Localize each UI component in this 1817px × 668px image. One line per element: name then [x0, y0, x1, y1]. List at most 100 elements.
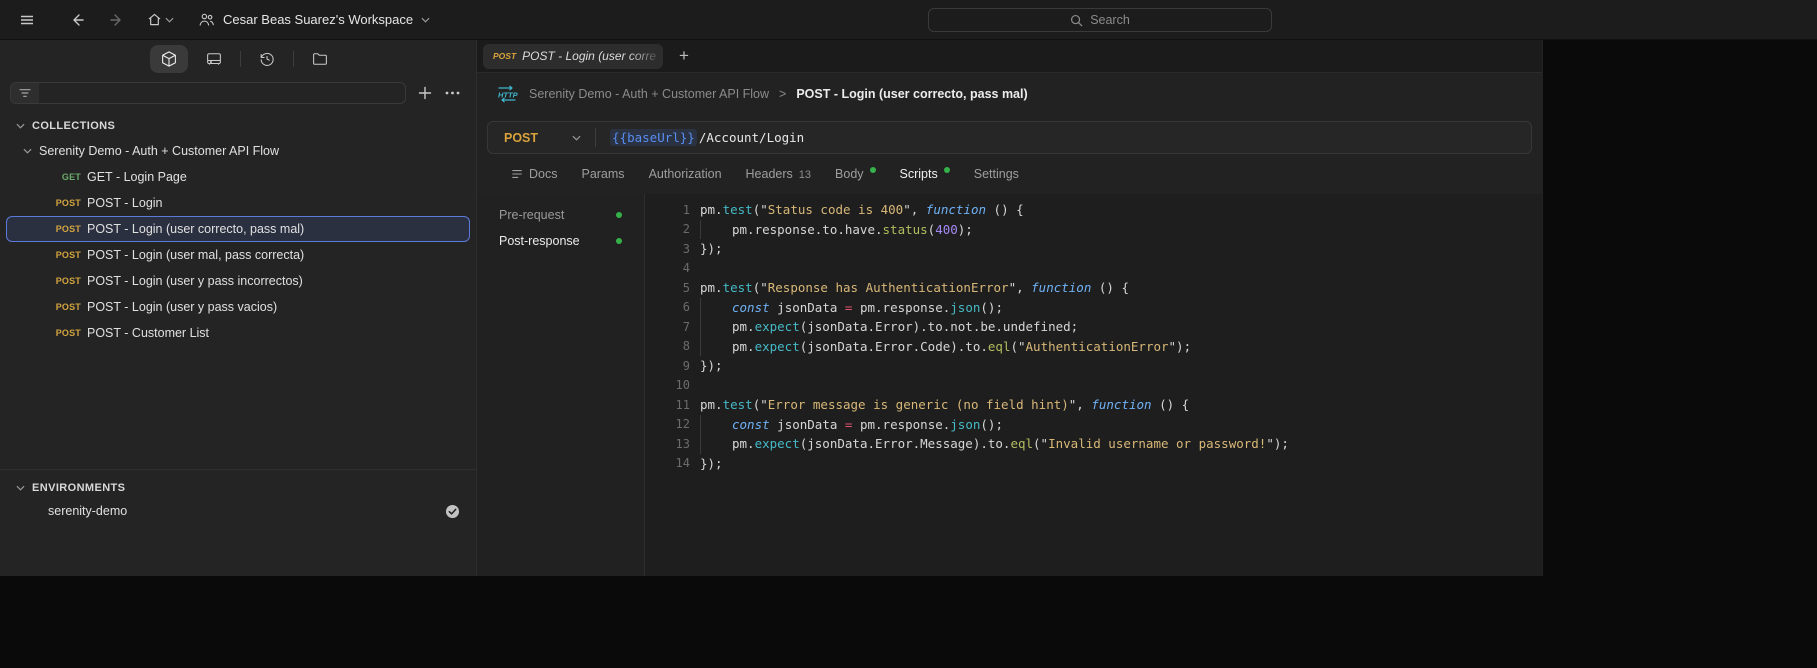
- request-tab-authorization[interactable]: Authorization: [649, 165, 722, 183]
- code-token: pm.: [732, 436, 755, 452]
- request-tab-settings[interactable]: Settings: [974, 165, 1019, 183]
- back-arrow-icon[interactable]: [66, 7, 92, 33]
- add-collection-button[interactable]: [415, 83, 434, 103]
- request-label: POST - Login (user mal, pass correcta): [87, 248, 305, 262]
- request-label: POST - Login (user y pass incorrectos): [87, 274, 303, 288]
- method-dropdown[interactable]: POST: [488, 131, 595, 145]
- environments-section-header[interactable]: ENVIRONMENTS: [0, 476, 476, 498]
- folder-view-icon[interactable]: [307, 46, 333, 72]
- main-panel: POST POST - Login (user corre + HTTP Ser…: [477, 40, 1542, 576]
- more-actions-icon[interactable]: [443, 83, 462, 103]
- code-token: (": [752, 397, 768, 413]
- line-number: 4: [682, 261, 690, 276]
- code-line: 5 pm. test (" Response has AuthenticationErr…: [645, 278, 1542, 298]
- request-tab-strip: POST POST - Login (user corre +: [477, 40, 1542, 73]
- code-editor[interactable]: 1 pm. test (" Status code is 400 ", function …: [645, 194, 1542, 576]
- request-tab-scripts[interactable]: Scripts: [900, 165, 950, 183]
- indent-guide: [700, 297, 732, 317]
- svg-text:HTTP: HTTP: [498, 91, 519, 100]
- code-token: Error message is generic (no field hint): [767, 397, 1069, 413]
- collections-view-icon[interactable]: [150, 45, 188, 73]
- method-badge: POST: [55, 302, 81, 312]
- code-token: (jsonData.Error).to.not.be.undefined;: [799, 319, 1079, 335]
- line-number: 6: [682, 300, 690, 315]
- code-token: () {: [1151, 397, 1190, 413]
- request-tab-label: Headers: [745, 166, 793, 181]
- hamburger-menu-icon[interactable]: [14, 7, 40, 33]
- sidebar-view-switcher: [0, 40, 476, 78]
- request-tab-body[interactable]: Body: [835, 165, 876, 183]
- workspace-switcher[interactable]: Cesar Beas Suarez's Workspace: [198, 12, 430, 27]
- new-tab-button[interactable]: +: [679, 46, 689, 66]
- request-list-item[interactable]: POST POST - Login (user correcto, pass ma…: [6, 216, 470, 242]
- code-token: ();: [980, 299, 1003, 315]
- request-list-item[interactable]: POST POST - Login (user mal, pass correct…: [6, 242, 470, 268]
- forward-arrow-icon[interactable]: [102, 7, 128, 33]
- request-tab-params[interactable]: Params: [581, 165, 624, 183]
- code-line: 11 pm. test (" Error message is generic (no …: [645, 395, 1542, 415]
- global-search-input[interactable]: Search: [928, 8, 1272, 32]
- line-content: const jsonData = pm.response. json ();: [700, 414, 1003, 434]
- code-token: });: [700, 241, 723, 257]
- line-number: 9: [682, 358, 690, 373]
- url-input[interactable]: {{baseUrl}} /Account/Login: [596, 129, 1531, 146]
- request-label: POST - Login (user correcto, pass mal): [87, 222, 305, 236]
- method-badge: POST: [55, 250, 81, 260]
- collections-tree: Serenity Demo - Auth + Customer API Flow…: [0, 136, 476, 346]
- indent-guide: [700, 336, 732, 356]
- request-label: POST - Login: [87, 196, 163, 210]
- breadcrumb-current: POST - Login (user correcto, pass mal): [796, 87, 1028, 101]
- line-content: pm. test (" Response has AuthenticationErro…: [700, 278, 1129, 298]
- subtab-post-response[interactable]: Post-response: [477, 228, 644, 254]
- url-bar: POST {{baseUrl}} /Account/Login: [487, 121, 1532, 154]
- collection-root[interactable]: Serenity Demo - Auth + Customer API Flow: [6, 138, 470, 164]
- code-token: pm.response.: [852, 299, 951, 315]
- filter-input[interactable]: [10, 82, 406, 104]
- code-line: 14});: [645, 454, 1542, 474]
- sidebar: COLLECTIONS Serenity Demo - Auth + Custo…: [0, 40, 477, 576]
- line-content: pm. expect (jsonData.Error.Message).to. eql…: [700, 434, 1289, 454]
- code-token: pm.response.: [852, 416, 951, 432]
- request-tab-headers[interactable]: Headers 13: [746, 165, 812, 184]
- request-list-item[interactable]: POST POST - Customer List: [6, 320, 470, 346]
- tab-method-badge: POST: [493, 51, 517, 61]
- indent-guide: [700, 434, 732, 454]
- code-token: Response has AuthenticationError: [767, 280, 1009, 296]
- active-environment-check-icon: [445, 504, 460, 519]
- code-token: test: [722, 280, 753, 296]
- request-label: POST - Customer List: [87, 326, 210, 340]
- subtab-pre-request[interactable]: Pre-request: [477, 202, 644, 228]
- environments-view-icon[interactable]: [201, 46, 227, 72]
- request-tab-docs[interactable]: Docs: [511, 165, 557, 183]
- environments-header-label: ENVIRONMENTS: [32, 482, 126, 494]
- code-token: () {: [1091, 280, 1130, 296]
- home-button[interactable]: [146, 11, 174, 28]
- line-number: 3: [682, 241, 690, 256]
- method-badge: POST: [55, 276, 81, 286]
- breadcrumb-collection[interactable]: Serenity Demo - Auth + Customer API Flow: [529, 87, 769, 101]
- code-token: Status code is 400: [767, 202, 904, 218]
- app-body: COLLECTIONS Serenity Demo - Auth + Custo…: [0, 40, 1543, 576]
- code-line: 13 pm. expect (jsonData.Error.Message).to. e…: [645, 434, 1542, 454]
- code-token: expect: [754, 319, 800, 335]
- request-list-item[interactable]: POST POST - Login: [6, 190, 470, 216]
- workspace-icon: [198, 12, 215, 27]
- history-view-icon[interactable]: [254, 46, 280, 72]
- line-number: 2: [682, 222, 690, 237]
- request-list-item[interactable]: POST POST - Login (user y pass incorrecto…: [6, 268, 470, 294]
- indent-guide: [700, 414, 732, 434]
- code-token: );: [957, 221, 973, 237]
- code-line: 12 const jsonData = pm.response. json ();: [645, 414, 1542, 434]
- line-content: pm.response.to.have. status(400);: [700, 219, 973, 239]
- request-list-item[interactable]: GET GET - Login Page: [6, 164, 470, 190]
- collections-section-header[interactable]: COLLECTIONS: [0, 108, 476, 136]
- scripts-workarea: Pre-request Post-response 1 pm. test (" Statu…: [477, 194, 1542, 576]
- divider: [240, 51, 241, 67]
- code-token: (: [927, 221, 936, 237]
- environment-item[interactable]: serenity-demo: [0, 498, 476, 524]
- code-token: (": [1010, 338, 1026, 354]
- collections-header-label: COLLECTIONS: [32, 120, 116, 132]
- request-list-item[interactable]: POST POST - Login (user y pass vacios): [6, 294, 470, 320]
- code-line: 8 pm. expect (jsonData.Error.Code).to. eql ("…: [645, 336, 1542, 356]
- request-tab[interactable]: POST POST - Login (user corre: [483, 43, 663, 69]
